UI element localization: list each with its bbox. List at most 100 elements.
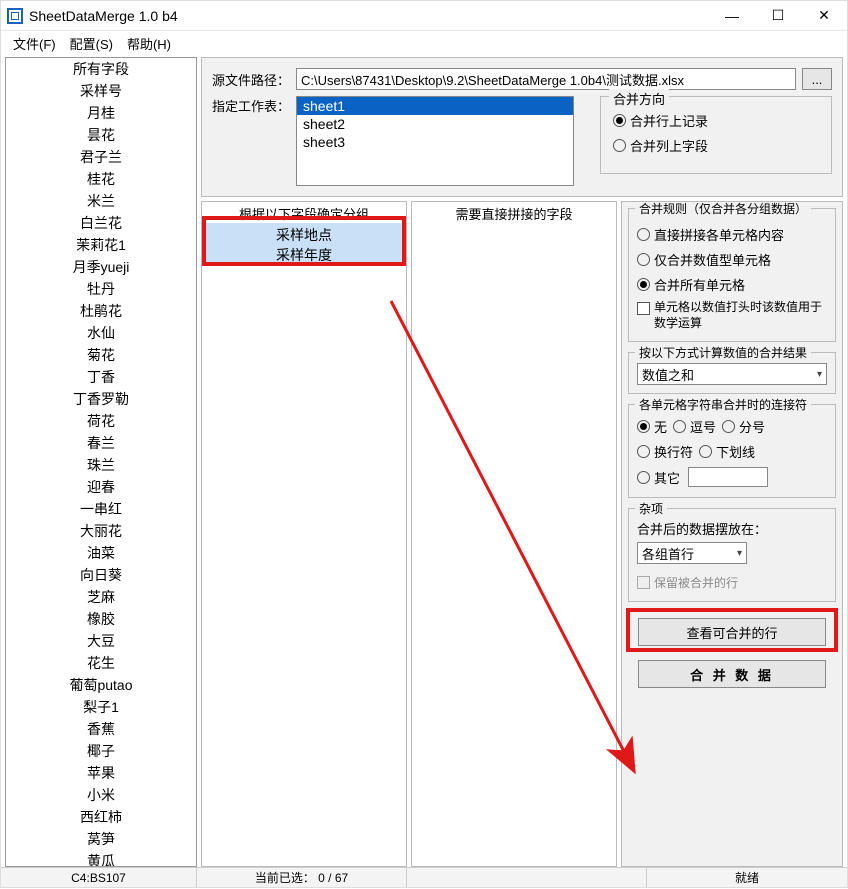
rule-concat[interactable]: 直接拼接各单元格内容 bbox=[637, 225, 827, 244]
rule-all-cells[interactable]: 合并所有单元格 bbox=[637, 275, 827, 294]
field-item[interactable]: 白兰花 bbox=[6, 212, 196, 234]
source-path-input[interactable] bbox=[296, 68, 796, 90]
source-panel: 源文件路径： ... 指定工作表： sheet1sheet2sheet3 合并方… bbox=[201, 57, 843, 197]
merge-direction-group: 合并方向 合并行上记录 合并列上字段 bbox=[600, 96, 832, 174]
keep-merged-chk[interactable]: 保留被合并的行 bbox=[637, 574, 827, 591]
menu-file[interactable]: 文件(F) bbox=[9, 32, 60, 55]
field-item[interactable]: 丁香罗勒 bbox=[6, 388, 196, 410]
field-item[interactable]: 苹果 bbox=[6, 762, 196, 784]
calc-select[interactable]: 数值之和 ▾ bbox=[637, 363, 827, 385]
field-item[interactable]: 茉莉花1 bbox=[6, 234, 196, 256]
radio-icon bbox=[613, 114, 626, 127]
app-icon bbox=[7, 8, 23, 24]
field-item[interactable]: 春兰 bbox=[6, 432, 196, 454]
merge-button[interactable]: 合 并 数 据 bbox=[638, 660, 826, 688]
fields-list[interactable]: 所有字段采样号月桂昙花君子兰桂花米兰白兰花茉莉花1月季yueji牡丹杜鹃花水仙菊… bbox=[5, 57, 197, 867]
field-item[interactable]: 葡萄putao bbox=[6, 674, 196, 696]
field-item[interactable]: 花生 bbox=[6, 652, 196, 674]
place-label: 合并后的数据摆放在： bbox=[637, 519, 827, 538]
field-item[interactable]: 黄瓜 bbox=[6, 850, 196, 867]
sheet-label: 指定工作表： bbox=[212, 96, 290, 115]
field-item[interactable]: 牡丹 bbox=[6, 278, 196, 300]
titlebar: SheetDataMerge 1.0 b4 — ☐ ✕ bbox=[1, 1, 847, 31]
delim-comma[interactable]: 逗号 bbox=[673, 417, 716, 436]
maximize-button[interactable]: ☐ bbox=[755, 1, 801, 31]
field-item[interactable]: 丁香 bbox=[6, 366, 196, 388]
radio-icon bbox=[673, 420, 686, 433]
delimiter-group: 各单元格字符串合并时的连接符 无 逗号 分号 换行符 下划线 其它 bbox=[628, 404, 836, 498]
delim-other[interactable]: 其它 bbox=[637, 467, 768, 487]
menu-help[interactable]: 帮助(H) bbox=[123, 32, 175, 55]
field-item[interactable]: 向日葵 bbox=[6, 564, 196, 586]
sheet-item[interactable]: sheet1 bbox=[297, 97, 573, 115]
field-item[interactable]: 昙花 bbox=[6, 124, 196, 146]
minimize-button[interactable]: — bbox=[709, 1, 755, 31]
field-item[interactable]: 莴笋 bbox=[6, 828, 196, 850]
delim-none[interactable]: 无 bbox=[637, 417, 667, 436]
group-fields-box[interactable]: 根据以下字段确定分组 采样地点采样年度 bbox=[201, 201, 407, 867]
radio-icon bbox=[699, 445, 712, 458]
rule-numeric-prefix-chk[interactable]: 单元格以数值打头时该数值用于数学运算 bbox=[637, 300, 827, 331]
field-item[interactable]: 芝麻 bbox=[6, 586, 196, 608]
direction-rows[interactable]: 合并行上记录 bbox=[613, 111, 819, 130]
field-item[interactable]: 迎春 bbox=[6, 476, 196, 498]
field-item[interactable]: 橡胶 bbox=[6, 608, 196, 630]
misc-group: 杂项 合并后的数据摆放在： 各组首行 ▾ 保留被合并的行 bbox=[628, 508, 836, 602]
field-item[interactable]: 杜鹃花 bbox=[6, 300, 196, 322]
field-item[interactable]: 大丽花 bbox=[6, 520, 196, 542]
radio-icon bbox=[722, 420, 735, 433]
menu-config[interactable]: 配置(S) bbox=[66, 32, 117, 55]
group-field-item[interactable]: 采样地点 bbox=[202, 225, 406, 245]
field-item[interactable]: 月季yueji bbox=[6, 256, 196, 278]
chevron-down-icon: ▾ bbox=[817, 369, 822, 380]
checkbox-icon bbox=[637, 576, 650, 589]
field-item[interactable]: 米兰 bbox=[6, 190, 196, 212]
sheet-list[interactable]: sheet1sheet2sheet3 bbox=[296, 96, 574, 186]
field-item[interactable]: 油菜 bbox=[6, 542, 196, 564]
field-item[interactable]: 大豆 bbox=[6, 630, 196, 652]
field-item[interactable]: 椰子 bbox=[6, 740, 196, 762]
field-item[interactable]: 桂花 bbox=[6, 168, 196, 190]
browse-button[interactable]: ... bbox=[802, 68, 832, 90]
group-field-item[interactable]: 采样年度 bbox=[202, 245, 406, 265]
delim-other-input[interactable] bbox=[688, 467, 768, 487]
preview-button[interactable]: 查看可合并的行 bbox=[638, 618, 826, 646]
radio-icon bbox=[637, 228, 650, 241]
radio-icon bbox=[637, 420, 650, 433]
calc-group: 按以下方式计算数值的合并结果 数值之和 ▾ bbox=[628, 352, 836, 394]
place-select[interactable]: 各组首行 ▾ bbox=[637, 542, 747, 564]
field-item[interactable]: 水仙 bbox=[6, 322, 196, 344]
delim-semi[interactable]: 分号 bbox=[722, 417, 765, 436]
field-item[interactable]: 荷花 bbox=[6, 410, 196, 432]
sheet-item[interactable]: sheet2 bbox=[297, 115, 573, 133]
delim-underscore[interactable]: 下划线 bbox=[699, 442, 755, 461]
field-item[interactable]: 采样号 bbox=[6, 80, 196, 102]
direction-cols[interactable]: 合并列上字段 bbox=[613, 136, 819, 155]
rule-numeric-only[interactable]: 仅合并数值型单元格 bbox=[637, 250, 827, 269]
field-item[interactable]: 梨子1 bbox=[6, 696, 196, 718]
window-title: SheetDataMerge 1.0 b4 bbox=[29, 8, 178, 24]
field-item[interactable]: 香蕉 bbox=[6, 718, 196, 740]
radio-icon bbox=[637, 445, 650, 458]
sheet-item[interactable]: sheet3 bbox=[297, 133, 573, 151]
settings-panel: 合并规则（仅合并各分组数据） 直接拼接各单元格内容 仅合并数值型单元格 合并所有… bbox=[621, 201, 843, 867]
delim-newline[interactable]: 换行符 bbox=[637, 442, 693, 461]
field-item[interactable]: 月桂 bbox=[6, 102, 196, 124]
radio-icon bbox=[613, 139, 626, 152]
menubar: 文件(F) 配置(S) 帮助(H) bbox=[1, 31, 847, 55]
path-label: 源文件路径： bbox=[212, 70, 290, 89]
field-item[interactable]: 菊花 bbox=[6, 344, 196, 366]
field-item[interactable]: 所有字段 bbox=[6, 58, 196, 80]
concat-title: 需要直接拼接的字段 bbox=[412, 202, 616, 223]
field-item[interactable]: 珠兰 bbox=[6, 454, 196, 476]
status-bar: C4:BS107 当前已选： 0 / 67 就绪 bbox=[1, 867, 847, 887]
radio-icon bbox=[637, 253, 650, 266]
close-button[interactable]: ✕ bbox=[801, 1, 847, 31]
field-item[interactable]: 一串红 bbox=[6, 498, 196, 520]
concat-fields-box[interactable]: 需要直接拼接的字段 bbox=[411, 201, 617, 867]
group-title: 根据以下字段确定分组 bbox=[202, 202, 406, 223]
field-item[interactable]: 西红柿 bbox=[6, 806, 196, 828]
field-item[interactable]: 君子兰 bbox=[6, 146, 196, 168]
field-item[interactable]: 小米 bbox=[6, 784, 196, 806]
checkbox-icon bbox=[637, 302, 650, 315]
